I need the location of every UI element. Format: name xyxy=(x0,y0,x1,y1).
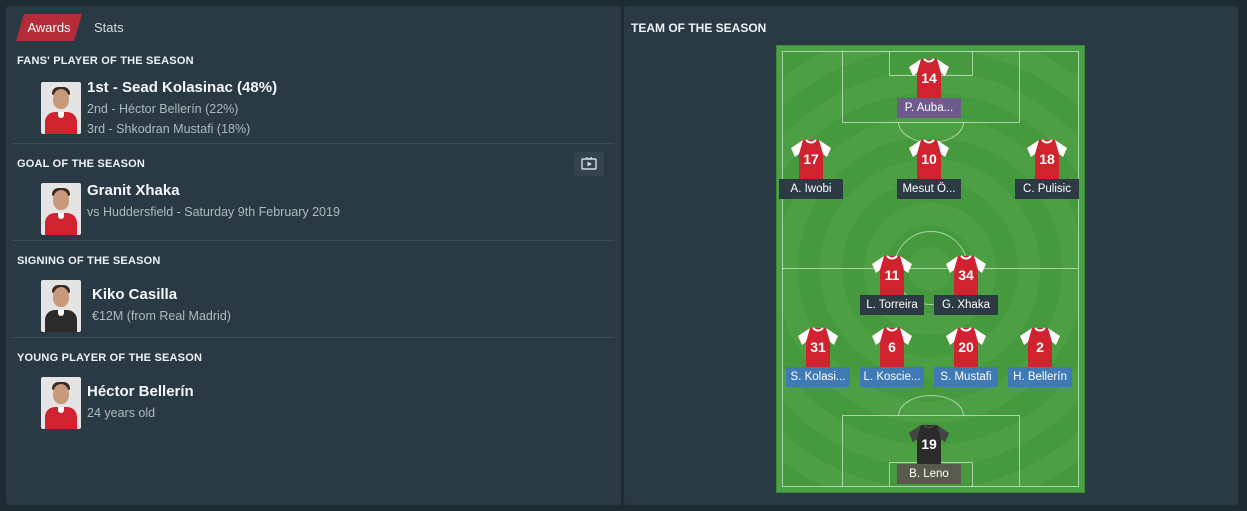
shirt-number: 6 xyxy=(888,339,896,355)
young-player-title: YOUNG PLAYER OF THE SEASON xyxy=(17,352,203,364)
divider xyxy=(12,143,614,144)
fans-player-second[interactable]: 2nd - Héctor Bellerín (22%) xyxy=(87,102,238,116)
team-of-season-panel: TEAM OF THE SEASON 14 P. Auba... 17 A. Iwob… xyxy=(624,6,1238,505)
awards-panel: Awards Stats FANS' PLAYER OF THE SEASON … xyxy=(6,6,621,505)
player-name-label[interactable]: S. Mustafi xyxy=(934,367,998,387)
young-player-detail: 24 years old xyxy=(87,406,156,420)
player-name-label[interactable]: S. Kolasi... xyxy=(786,367,850,387)
signing-detail: €12M (from Real Madrid) xyxy=(92,309,231,323)
player-photo-casilla[interactable] xyxy=(41,280,81,332)
divider xyxy=(12,337,614,338)
player-name-label[interactable]: L. Koscie... xyxy=(860,367,924,387)
divider xyxy=(12,240,614,241)
fans-player-title: FANS' PLAYER OF THE SEASON xyxy=(17,55,194,67)
player-name-label[interactable]: B. Leno xyxy=(897,464,961,484)
player-name-label[interactable]: Mesut Ö... xyxy=(897,179,961,199)
goal-player-name[interactable]: Granit Xhaka xyxy=(87,182,180,199)
goal-title: GOAL OF THE SEASON xyxy=(17,158,146,170)
tots-title: TEAM OF THE SEASON xyxy=(631,21,767,35)
shirt-number: 11 xyxy=(884,267,900,283)
shirt-number: 14 xyxy=(921,70,937,86)
goal-detail: vs Huddersfield - Saturday 9th February … xyxy=(87,205,340,219)
pitch: 14 P. Auba... 17 A. Iwobi 10 Mesut Ö... 18 C. P… xyxy=(776,45,1085,493)
player-name-label[interactable]: P. Auba... xyxy=(897,98,961,118)
fans-player-first[interactable]: 1st - Sead Kolasinac (48%) xyxy=(87,79,277,96)
fans-player-third[interactable]: 3rd - Shkodran Mustafi (18%) xyxy=(87,122,250,136)
player-photo-bellerin[interactable] xyxy=(41,377,81,429)
tab-awards[interactable]: Awards xyxy=(16,14,82,41)
player-name-label[interactable]: G. Xhaka xyxy=(934,295,998,315)
signing-title: SIGNING OF THE SEASON xyxy=(17,255,161,267)
shirt-number: 18 xyxy=(1039,151,1055,167)
shirt-number: 19 xyxy=(921,436,937,452)
player-name-label[interactable]: L. Torreira xyxy=(860,295,924,315)
player-name-label[interactable]: C. Pulisic xyxy=(1015,179,1079,199)
shirt-number: 2 xyxy=(1036,339,1044,355)
shirt-number: 10 xyxy=(921,151,937,167)
shirt-number: 17 xyxy=(803,151,819,167)
video-play-icon[interactable] xyxy=(574,152,604,176)
player-photo-kolasinac[interactable] xyxy=(41,82,81,134)
player-photo-xhaka[interactable] xyxy=(41,183,81,235)
signing-player-name[interactable]: Kiko Casilla xyxy=(92,286,177,303)
shirt-number: 31 xyxy=(810,339,826,355)
player-name-label[interactable]: H. Bellerín xyxy=(1008,367,1072,387)
young-player-name[interactable]: Héctor Bellerín xyxy=(87,383,194,400)
shirt-number: 34 xyxy=(958,267,974,283)
tab-stats[interactable]: Stats xyxy=(94,14,134,41)
player-name-label[interactable]: A. Iwobi xyxy=(779,179,843,199)
tab-awards-label: Awards xyxy=(27,20,71,35)
shirt-number: 20 xyxy=(958,339,974,355)
